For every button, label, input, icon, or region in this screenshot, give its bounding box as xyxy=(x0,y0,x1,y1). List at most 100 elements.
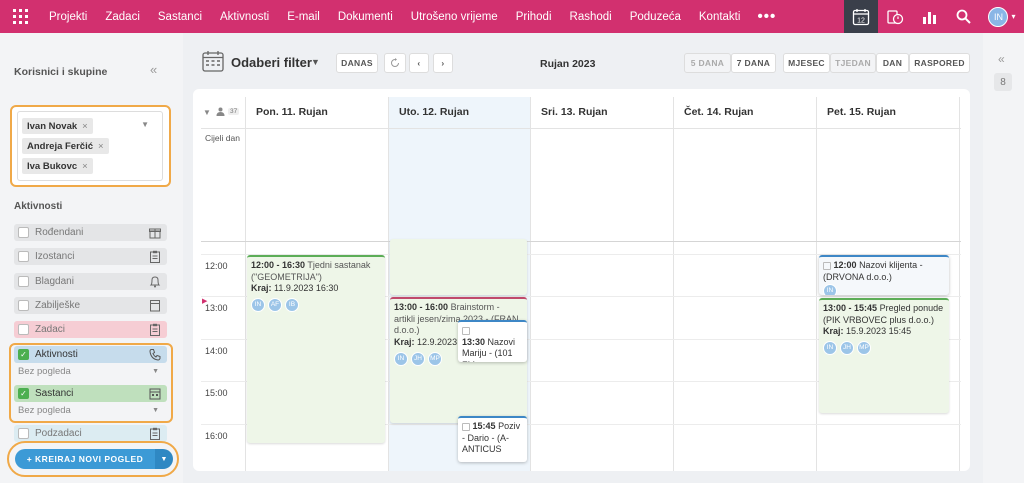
time-tracking-icon[interactable] xyxy=(878,0,912,33)
users-groups-title: Korisnici i skupine xyxy=(14,66,108,78)
calendar-event[interactable]: 12:00 - 16:30 Tjedni sastanak ("GEOMETRI… xyxy=(247,255,385,443)
filter-triangle-icon[interactable]: ▼ xyxy=(203,108,211,117)
nav-zadaci[interactable]: Zadaci xyxy=(96,11,149,23)
remove-user-icon[interactable]: × xyxy=(98,141,104,152)
filter-sastanci[interactable]: ✓ Sastanci xyxy=(14,385,167,402)
filter-zadaci[interactable]: Zadaci xyxy=(14,321,167,338)
nav-aktivnosti[interactable]: Aktivnosti xyxy=(211,11,278,23)
search-icon[interactable] xyxy=(946,0,980,33)
sastanci-view-select[interactable]: Bez pogleda ▼ xyxy=(14,403,167,417)
expand-panel-icon[interactable]: « xyxy=(998,52,1005,66)
day-header: Pon. 11. Rujan xyxy=(256,106,328,118)
attendee-avatar[interactable]: MP xyxy=(428,351,442,366)
main-menu: Projekti Zadaci Sastanci Aktivnosti E-ma… xyxy=(40,0,785,33)
apps-grid-icon[interactable] xyxy=(0,0,40,33)
checkbox[interactable] xyxy=(18,251,29,262)
right-panel: « 8 xyxy=(983,33,1024,483)
nav-utroseno-vrijeme[interactable]: Utrošeno vrijeme xyxy=(402,11,507,23)
checkbox[interactable] xyxy=(18,227,29,238)
aktivnosti-view-select[interactable]: Bez pogleda ▼ xyxy=(14,364,167,378)
chevron-down-icon[interactable]: ▼ xyxy=(155,449,173,469)
create-view-highlight: + KREIRAJ NOVI POGLED ▼ xyxy=(7,441,179,477)
filter-rodendani[interactable]: Rođendani xyxy=(14,224,167,241)
nav-poduzeca[interactable]: Poduzeća xyxy=(621,11,690,23)
calendar-event[interactable]: 13:00 - 15:45 Pregled ponude (PIK VRBOVE… xyxy=(819,298,949,413)
checkbox[interactable] xyxy=(462,326,470,335)
calendar-icon[interactable]: 12 xyxy=(844,0,878,33)
calendar-event[interactable]: 12:00 Nazovi klijenta - (DRVONA d.o.o.) … xyxy=(819,255,949,295)
attendee-avatar[interactable]: IN xyxy=(823,284,837,295)
chevron-down-icon[interactable]: ▼ xyxy=(141,120,149,129)
notification-count[interactable]: 8 xyxy=(994,73,1012,91)
chevron-down-icon[interactable]: ▼ xyxy=(311,57,320,67)
attendee-avatar[interactable]: JH xyxy=(840,341,854,356)
nav-kontakti[interactable]: Kontakti xyxy=(690,11,750,23)
chevron-down-icon: ▾ xyxy=(1011,12,1016,21)
event-end: 15.9.2023 15:45 xyxy=(846,326,912,337)
attendee-avatar[interactable]: IN xyxy=(823,341,837,356)
more-menu-icon[interactable]: ••• xyxy=(749,8,785,25)
refresh-button[interactable] xyxy=(384,53,406,73)
event-end-label: Kraj: xyxy=(394,337,415,348)
view-day-button[interactable]: DAN xyxy=(876,53,909,73)
day-header: Pet. 15. Rujan xyxy=(827,106,896,118)
create-new-view-button[interactable]: + KREIRAJ NOVI POGLED xyxy=(15,449,155,469)
next-week-button[interactable]: › xyxy=(433,53,453,73)
remove-user-icon[interactable]: × xyxy=(82,161,88,172)
view-week-button[interactable]: TJEDAN xyxy=(830,53,876,73)
filter-label: Podzadaci xyxy=(35,428,82,439)
checkbox[interactable] xyxy=(823,261,831,270)
checkbox[interactable] xyxy=(462,422,470,431)
attendee-avatar[interactable]: MP xyxy=(857,341,871,356)
filter-blagdani[interactable]: Blagdani xyxy=(14,273,167,290)
attendee-avatar[interactable]: IN xyxy=(394,351,408,366)
attendee-avatar[interactable]: JH xyxy=(411,351,425,366)
collapse-sidebar-icon[interactable]: « xyxy=(150,62,157,77)
time-label: 13:00 xyxy=(205,303,228,313)
filter-aktivnosti[interactable]: ✓ Aktivnosti xyxy=(14,346,167,363)
time-label: 12:00 xyxy=(205,261,228,271)
today-button[interactable]: DANAS xyxy=(336,53,378,73)
remove-user-icon[interactable]: × xyxy=(82,121,88,132)
nav-prihodi[interactable]: Prihodi xyxy=(507,11,561,23)
filter-zabiljeske[interactable]: Zabilješke xyxy=(14,297,167,314)
day-header: Sri. 13. Rujan xyxy=(541,106,608,118)
calendar-event-block[interactable] xyxy=(390,239,527,295)
nav-dokumenti[interactable]: Dokumenti xyxy=(329,11,402,23)
attendee-list: IN JH MP xyxy=(823,341,945,356)
event-time: 12:00 xyxy=(833,260,857,270)
range-7-days-button[interactable]: 7 DANA xyxy=(731,53,776,73)
checkbox[interactable] xyxy=(18,428,29,439)
users-multiselect[interactable]: Ivan Novak × Andreja Ferčić × Iva Bukovc × … xyxy=(17,111,163,181)
nav-rashodi[interactable]: Rashodi xyxy=(561,11,621,23)
view-schedule-button[interactable]: RASPORED xyxy=(909,53,970,73)
checkbox[interactable] xyxy=(18,300,29,311)
checkbox[interactable] xyxy=(18,324,29,335)
attendee-avatar[interactable]: AF xyxy=(268,298,282,313)
attendee-avatar[interactable]: IN xyxy=(251,298,265,313)
column-divider xyxy=(816,97,817,471)
nav-sastanci[interactable]: Sastanci xyxy=(149,11,211,23)
checkbox-checked[interactable]: ✓ xyxy=(18,349,29,360)
user-chip: Ivan Novak × xyxy=(22,118,93,134)
filter-podzadaci[interactable]: Podzadaci xyxy=(14,425,167,442)
checkbox[interactable] xyxy=(18,276,29,287)
time-label: 14:00 xyxy=(205,346,228,356)
calendar-event[interactable]: 13:30 Nazovi Mariju - (101 FM xyxy=(458,320,527,362)
view-select-value: Bez pogleda xyxy=(18,365,71,377)
calendar-event[interactable]: 15:45 Poziv - Dario - (A-ANTICUS xyxy=(458,416,527,462)
filter-izostanci[interactable]: Izostanci xyxy=(14,248,167,265)
range-5-days-button[interactable]: 5 DANA xyxy=(684,53,731,73)
note-icon xyxy=(150,300,160,312)
checkbox-checked[interactable]: ✓ xyxy=(18,388,29,399)
filter-select[interactable]: Odaberi filter xyxy=(231,55,312,70)
user-menu[interactable]: IN ▾ xyxy=(980,0,1024,33)
prev-week-button[interactable]: ‹ xyxy=(409,53,429,73)
reports-chart-icon[interactable] xyxy=(912,0,946,33)
filter-label: Zadaci xyxy=(35,324,66,335)
nav-email[interactable]: E-mail xyxy=(278,11,329,23)
attendee-avatar[interactable]: IB xyxy=(285,298,299,313)
clipboard-icon xyxy=(150,250,160,263)
nav-projekti[interactable]: Projekti xyxy=(40,11,96,23)
view-month-button[interactable]: MJESEC xyxy=(783,53,830,73)
